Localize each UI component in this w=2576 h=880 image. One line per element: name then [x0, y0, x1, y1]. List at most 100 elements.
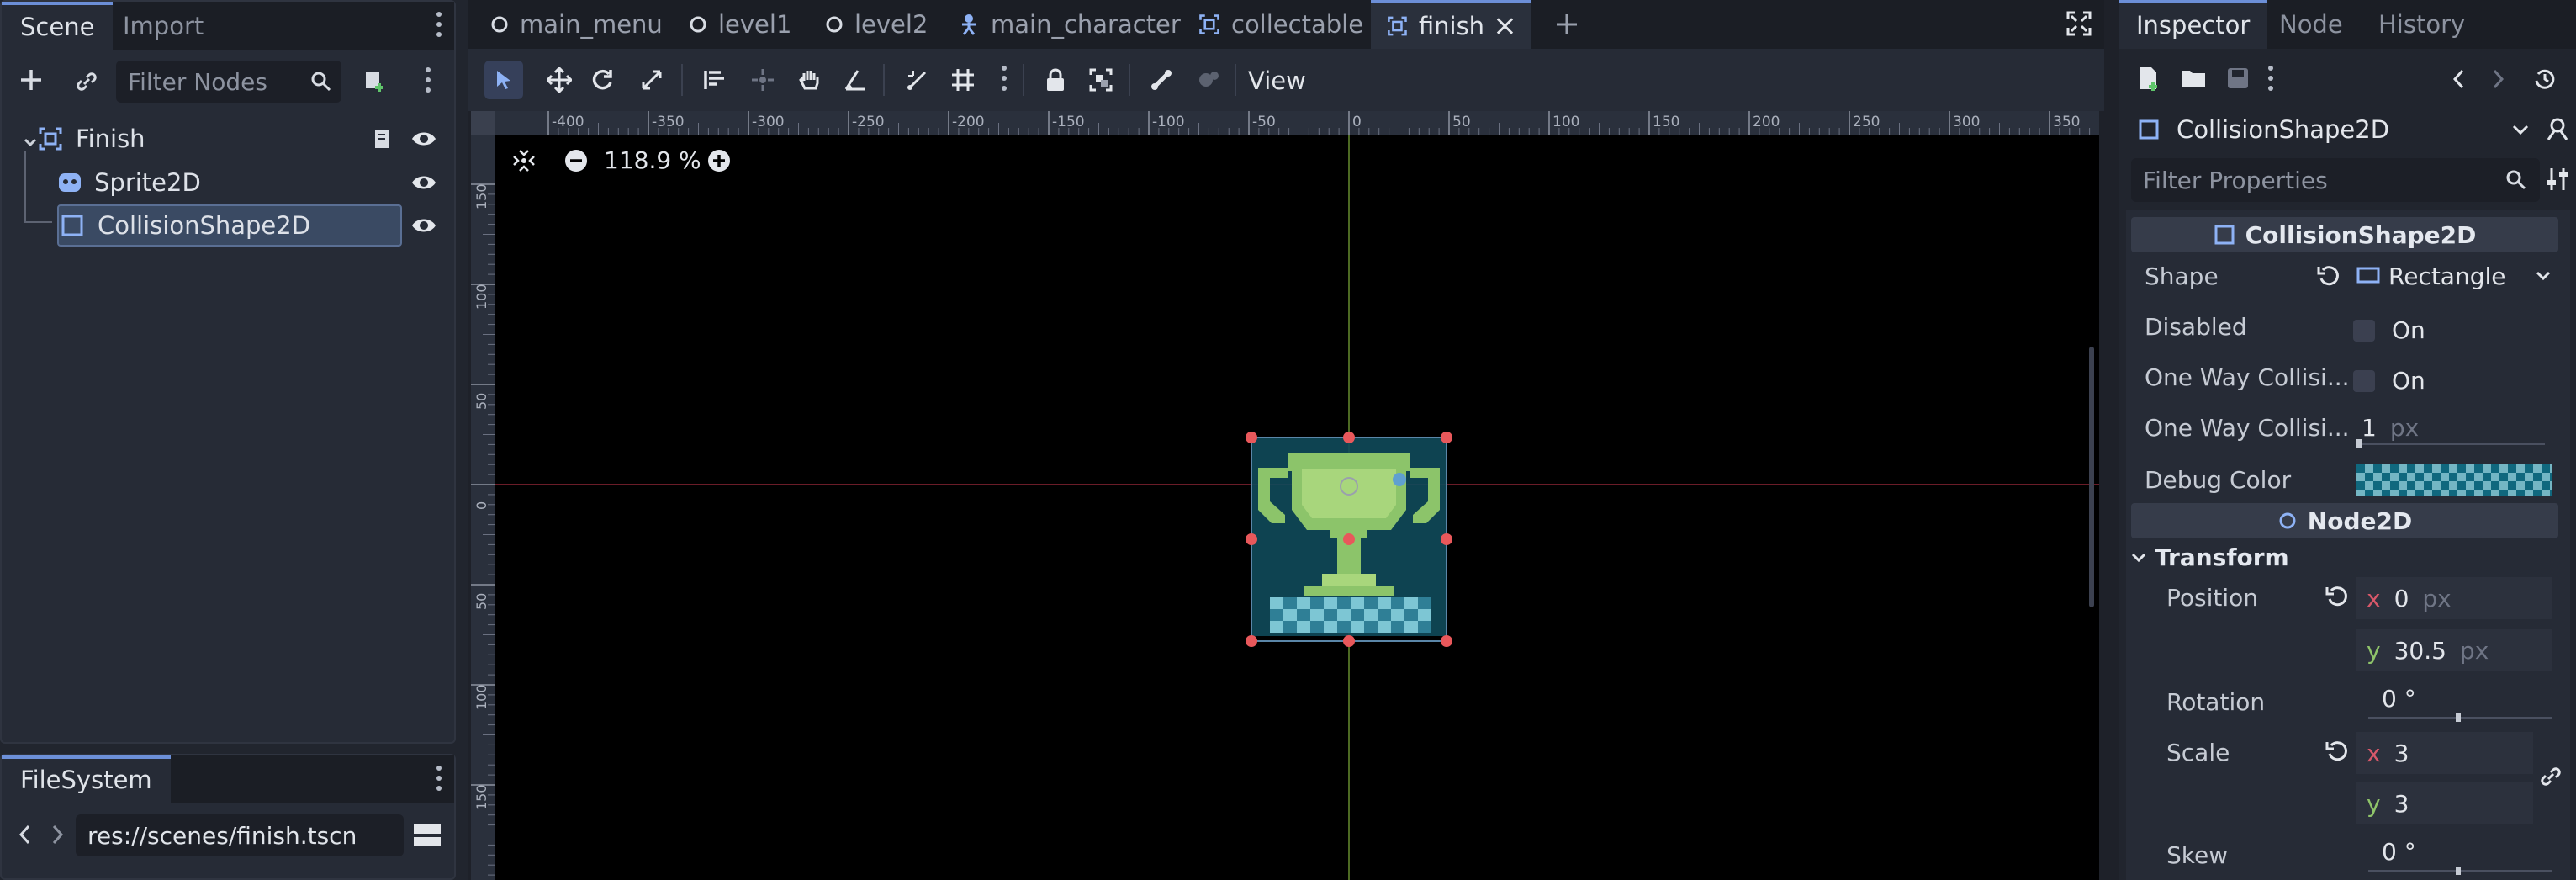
tab-import[interactable]: Import: [104, 2, 222, 50]
snap-options-icon[interactable]: [1001, 66, 1008, 94]
position-x-value: 0: [2394, 584, 2409, 612]
center-view-icon[interactable]: [511, 148, 537, 173]
position-x-field[interactable]: x 0 px: [2356, 577, 2552, 619]
slider-handle[interactable]: [2456, 713, 2461, 722]
scene-tab-level2[interactable]: level2: [824, 0, 928, 49]
history-forward-icon[interactable]: [2489, 67, 2506, 91]
save-icon[interactable]: [2225, 66, 2251, 91]
link-icon[interactable]: [2538, 764, 2563, 789]
zoom-out-icon[interactable]: [563, 148, 589, 173]
scale-x-field[interactable]: x 3: [2356, 732, 2533, 774]
script-icon[interactable]: [370, 126, 395, 151]
property-settings-icon[interactable]: [2545, 167, 2570, 192]
scene-tab-main-menu[interactable]: main_menu: [489, 0, 663, 49]
top-ruler: -400 -350 -300 -250 -200 -150 -100 -50 0 50 100 150…: [471, 111, 2099, 135]
attach-script-icon[interactable]: [358, 66, 389, 96]
tab-inspector[interactable]: Inspector: [2119, 0, 2267, 49]
slider-handle[interactable]: [2356, 439, 2362, 448]
rotation-value[interactable]: 0 °: [2382, 685, 2416, 713]
scene-tab-finish[interactable]: finish: [1371, 0, 1531, 49]
move-mode-icon[interactable]: [540, 61, 579, 99]
select-mode-icon[interactable]: [484, 61, 523, 99]
smart-snap-icon[interactable]: [898, 61, 937, 99]
scale-mode-icon[interactable]: [632, 61, 671, 99]
filter-nodes-input[interactable]: Filter Nodes: [116, 61, 341, 103]
visibility-eye-icon[interactable]: [410, 172, 437, 193]
scene-tab-level1[interactable]: level1: [688, 0, 791, 49]
split-mode-icon[interactable]: [412, 821, 442, 850]
revert-icon[interactable]: [2325, 739, 2350, 764]
back-chevron-icon[interactable]: [17, 823, 34, 846]
scene-tree-menu-icon[interactable]: [425, 67, 431, 96]
tab-filesystem[interactable]: FileSystem: [2, 755, 171, 803]
one-way-margin-field[interactable]: 1 px: [2355, 409, 2552, 446]
revert-icon[interactable]: [2325, 584, 2350, 609]
open-folder-icon[interactable]: [2180, 67, 2208, 91]
tree-item-finish[interactable]: Finish: [37, 118, 449, 160]
tab-scene[interactable]: Scene: [2, 2, 114, 50]
viewport[interactable]: -400 -350 -300 -250 -200 -150 -100 -50 0 50 100 150…: [471, 111, 2099, 880]
scene-tab-main-character[interactable]: main_character: [957, 0, 1181, 49]
visibility-eye-icon[interactable]: [410, 129, 437, 149]
ruler-label: -150: [1052, 114, 1085, 130]
class-docs-icon[interactable]: [2543, 114, 2572, 143]
scale-y-field[interactable]: y 3: [2356, 782, 2533, 824]
tree-item-sprite2d[interactable]: Sprite2D: [57, 162, 449, 204]
view-menu[interactable]: View: [1248, 62, 1306, 99]
inspector-dock: Inspector Node History CollisionShape2D …: [2119, 0, 2576, 880]
position-y-field[interactable]: y 30.5 px: [2356, 629, 2552, 671]
skew-value[interactable]: 0 °: [2382, 838, 2416, 866]
pan-mode-icon[interactable]: [791, 61, 829, 99]
search-icon: [311, 72, 331, 92]
revert-icon[interactable]: [2316, 263, 2341, 289]
circle-icon: [826, 16, 843, 33]
history-back-icon[interactable]: [2451, 67, 2468, 91]
zoom-level[interactable]: 118.9 %: [604, 145, 701, 177]
lock-icon[interactable]: [1036, 61, 1075, 99]
scene-tab-collectable[interactable]: collectable: [1198, 0, 1363, 49]
shape-resource-picker[interactable]: Rectangle: [2356, 257, 2558, 294]
new-resource-icon[interactable]: [2136, 66, 2161, 93]
path-input[interactable]: res://scenes/finish.tscn: [76, 814, 404, 856]
object-selector[interactable]: CollisionShape2D: [2126, 108, 2542, 151]
one-way-collision-checkbox[interactable]: On: [2353, 367, 2425, 395]
trophy-sprite[interactable]: [1238, 427, 1460, 649]
object-history-icon[interactable]: [2531, 66, 2558, 93]
list-select-icon[interactable]: [696, 61, 735, 99]
left-dock: Scene Import Filter Nodes Finish Sprite2…: [0, 0, 468, 880]
debug-color-swatch[interactable]: [2356, 464, 2552, 496]
tab-history[interactable]: History: [2360, 0, 2483, 49]
filter-properties-input[interactable]: Filter Properties: [2131, 158, 2540, 202]
rotation-label: Rotation: [2166, 688, 2266, 716]
scene-dock-menu-icon[interactable]: [436, 12, 442, 40]
distraction-free-icon[interactable]: [2066, 10, 2092, 37]
vertical-scrollbar[interactable]: [2089, 347, 2094, 607]
skeleton-icon[interactable]: [1142, 61, 1181, 99]
grid-snap-icon[interactable]: [944, 61, 982, 99]
scale-x-value: 3: [2394, 739, 2409, 767]
forward-chevron-icon[interactable]: [49, 823, 66, 846]
section-title: CollisionShape2D: [2245, 220, 2477, 249]
checkbox-box: [2353, 319, 2375, 342]
transform-group-header[interactable]: Transform: [2131, 543, 2289, 571]
pivot-mode-icon[interactable]: [743, 61, 782, 99]
zoom-in-icon[interactable]: [706, 148, 732, 173]
tab-node[interactable]: Node: [2261, 0, 2362, 49]
toolbar-separator: [681, 64, 683, 96]
margin-slider[interactable]: [2358, 443, 2545, 445]
tree-item-collisionshape2d[interactable]: CollisionShape2D: [57, 204, 402, 247]
instance-link-icon[interactable]: [72, 67, 101, 96]
disabled-checkbox[interactable]: On: [2353, 316, 2425, 344]
group-icon[interactable]: [1082, 61, 1120, 99]
visibility-eye-icon[interactable]: [410, 215, 437, 236]
add-node-icon[interactable]: [17, 66, 45, 94]
add-tab-icon[interactable]: [1554, 12, 1579, 37]
slider-handle[interactable]: [2456, 867, 2461, 875]
section-title: Node2D: [2307, 506, 2413, 535]
filesystem-menu-icon[interactable]: [436, 766, 442, 794]
toolbar-separator: [1129, 64, 1130, 96]
inspector-menu-icon[interactable]: [2267, 66, 2274, 94]
ruler-mode-icon[interactable]: [836, 61, 875, 99]
close-icon[interactable]: [1494, 15, 1515, 37]
rotate-mode-icon[interactable]: [584, 61, 622, 99]
